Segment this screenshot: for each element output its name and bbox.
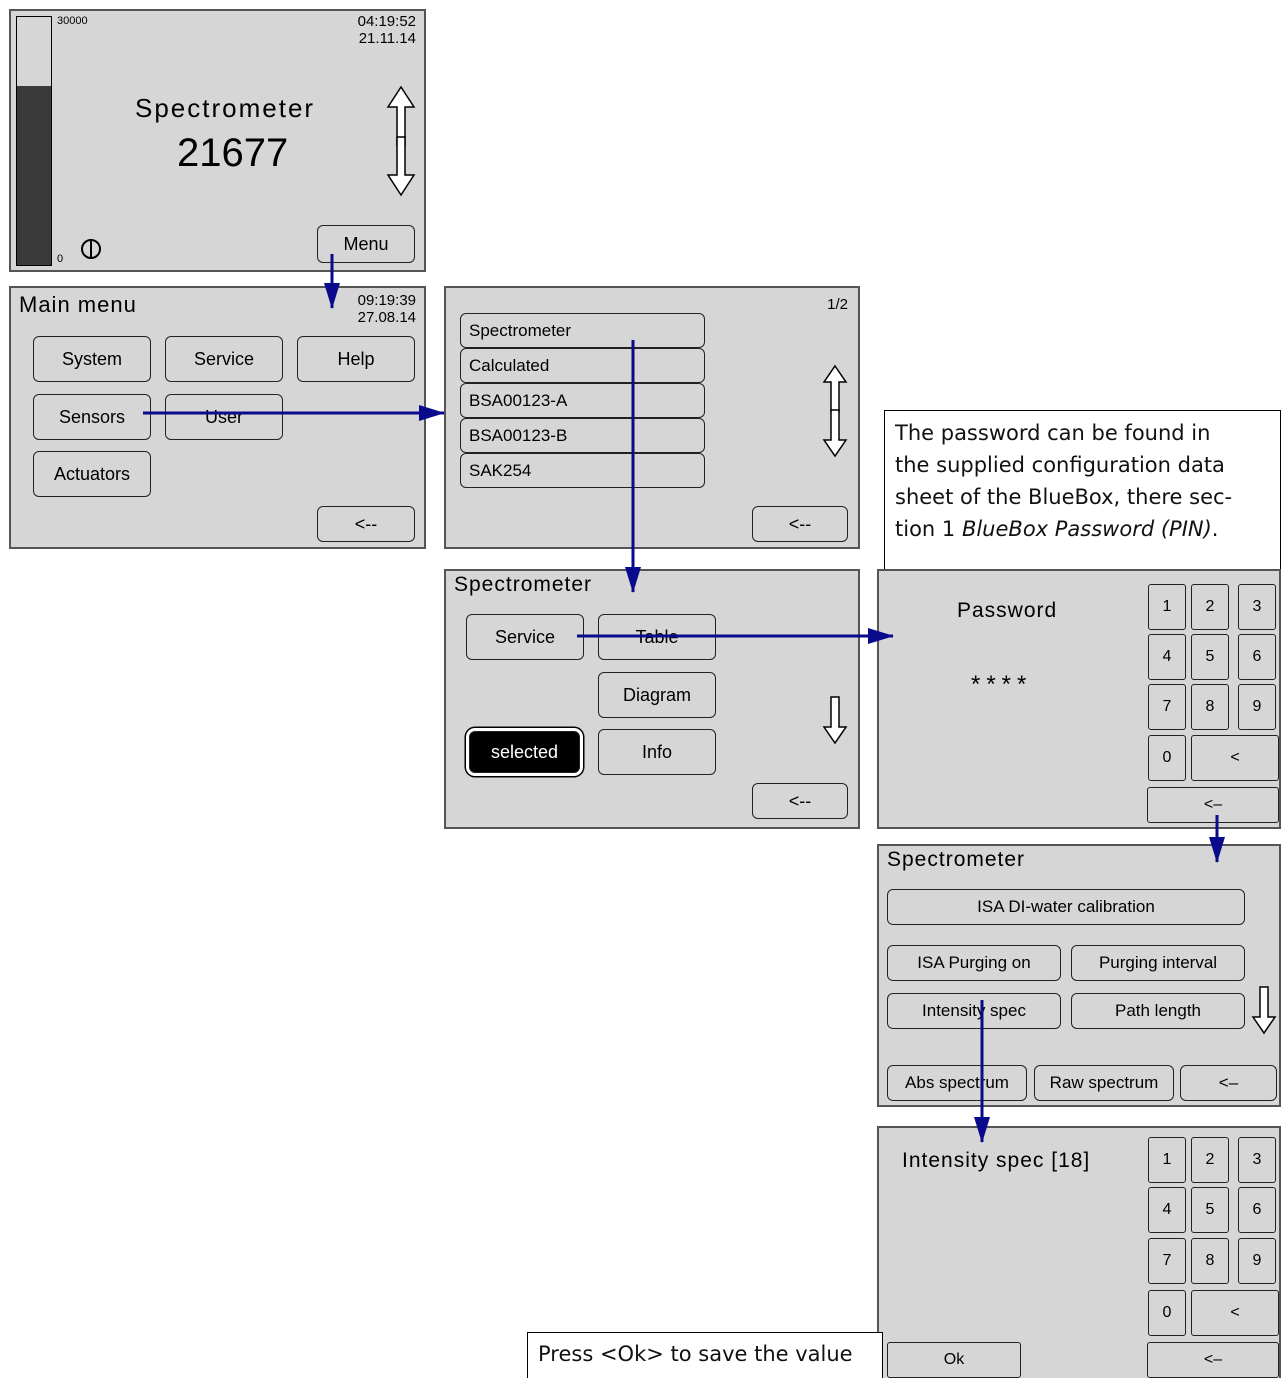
- service-menu-title: Spectrometer: [887, 848, 1026, 871]
- key-3[interactable]: 3: [1238, 584, 1276, 630]
- sensor-item-calculated[interactable]: Calculated: [460, 348, 705, 383]
- clock-date: 21.11.14: [358, 30, 416, 47]
- raw-spectrum-button[interactable]: Raw spectrum: [1034, 1065, 1174, 1101]
- key-0[interactable]: 0: [1148, 735, 1186, 781]
- main-menu-time: 09:19:39: [357, 292, 416, 309]
- main-menu-screen: Main menu 09:19:39 27.08.14 System Servi…: [9, 286, 426, 549]
- isa-purging-on-button[interactable]: ISA Purging on: [887, 945, 1061, 981]
- ok-note: Press <Ok> to save the value: [527, 1332, 883, 1378]
- key-8[interactable]: 8: [1191, 1238, 1229, 1284]
- home-screen: 30000 0 04:19:52 21.11.14 Spectrometer 2…: [9, 9, 426, 272]
- power-icon: [79, 237, 103, 266]
- back-button[interactable]: <--: [752, 506, 848, 542]
- key-4[interactable]: 4: [1148, 1187, 1186, 1233]
- level-bar-fill: [17, 86, 51, 265]
- scroll-down-icon[interactable]: [822, 695, 848, 750]
- sensors-button[interactable]: Sensors: [33, 394, 151, 440]
- key-3[interactable]: 3: [1238, 1137, 1276, 1183]
- back-button[interactable]: <–: [1147, 1342, 1279, 1378]
- password-label: Password: [957, 599, 1058, 622]
- sensor-list-screen: 1/2 Spectrometer Calculated BSA00123-A B…: [444, 286, 860, 549]
- key-9[interactable]: 9: [1238, 684, 1276, 730]
- key-7[interactable]: 7: [1148, 684, 1186, 730]
- password-screen: Password **** 1 2 3 4 5 6 7 8 9 0 < <–: [877, 569, 1281, 829]
- key-2[interactable]: 2: [1191, 1137, 1229, 1183]
- password-masked-value: ****: [971, 671, 1033, 698]
- system-button[interactable]: System: [33, 336, 151, 382]
- password-note-line: The password can be found in: [895, 421, 1211, 445]
- measurement-title: Spectrometer: [135, 93, 316, 123]
- isa-di-water-calibration-button[interactable]: ISA DI-water calibration: [887, 889, 1245, 925]
- key-0[interactable]: 0: [1148, 1290, 1186, 1336]
- key-9[interactable]: 9: [1238, 1238, 1276, 1284]
- bar-max-label: 30000: [57, 15, 88, 27]
- actuators-button[interactable]: Actuators: [33, 451, 151, 497]
- selected-button[interactable]: selected: [469, 731, 580, 773]
- spectrometer-title: Spectrometer: [454, 573, 593, 596]
- intensity-entry-screen: Intensity spec [18] 1 2 3 4 5 6 7 8 9 0 …: [877, 1126, 1281, 1378]
- service-button[interactable]: Service: [165, 336, 283, 382]
- info-button[interactable]: Info: [598, 729, 716, 775]
- key-8[interactable]: 8: [1191, 684, 1229, 730]
- menu-button[interactable]: Menu: [317, 225, 415, 263]
- help-button[interactable]: Help: [297, 336, 415, 382]
- key-5[interactable]: 5: [1191, 1187, 1229, 1233]
- bar-min-label: 0: [57, 253, 64, 265]
- level-bar: [16, 16, 52, 266]
- clock-time: 04:19:52: [357, 13, 416, 30]
- intensity-spec-label: Intensity spec [18]: [902, 1149, 1091, 1172]
- sensor-item-bsa00123-a[interactable]: BSA00123-A: [460, 383, 705, 418]
- back-button[interactable]: <–: [1180, 1065, 1277, 1101]
- page-indicator: 1/2: [827, 296, 848, 313]
- key-4[interactable]: 4: [1148, 634, 1186, 680]
- ok-button[interactable]: Ok: [887, 1342, 1021, 1378]
- service-button[interactable]: Service: [466, 614, 584, 660]
- password-note: The password can be found in the supplie…: [884, 410, 1281, 570]
- measurement-value: 21677: [177, 131, 289, 175]
- password-note-line: the supplied configuration data: [895, 453, 1225, 477]
- table-button[interactable]: Table: [598, 614, 716, 660]
- sensor-item-bsa00123-b[interactable]: BSA00123-B: [460, 418, 705, 453]
- purging-interval-button[interactable]: Purging interval: [1071, 945, 1245, 981]
- sensor-item-spectrometer[interactable]: Spectrometer: [460, 313, 705, 348]
- key-1[interactable]: 1: [1148, 584, 1186, 630]
- sensor-item-sak254[interactable]: SAK254: [460, 453, 705, 488]
- password-note-line: tion 1 BlueBox Password (PIN).: [895, 517, 1219, 541]
- key-5[interactable]: 5: [1191, 634, 1229, 680]
- key-backspace[interactable]: <: [1191, 735, 1279, 781]
- back-button[interactable]: <–: [1147, 787, 1279, 823]
- scroll-down-icon[interactable]: [386, 135, 416, 202]
- main-menu-title: Main menu: [19, 292, 137, 317]
- abs-spectrum-button[interactable]: Abs spectrum: [887, 1065, 1027, 1101]
- key-7[interactable]: 7: [1148, 1238, 1186, 1284]
- scroll-down-icon[interactable]: [1251, 985, 1277, 1040]
- back-button[interactable]: <--: [752, 783, 848, 819]
- service-menu-screen: Spectrometer ISA DI-water calibration IS…: [877, 844, 1281, 1107]
- key-6[interactable]: 6: [1238, 634, 1276, 680]
- scroll-down-icon[interactable]: [822, 408, 848, 463]
- intensity-spec-button[interactable]: Intensity spec: [887, 993, 1061, 1029]
- key-6[interactable]: 6: [1238, 1187, 1276, 1233]
- key-1[interactable]: 1: [1148, 1137, 1186, 1183]
- user-button[interactable]: User: [165, 394, 283, 440]
- main-menu-date: 27.08.14: [357, 309, 416, 326]
- password-note-line: sheet of the BlueBox, there sec-: [895, 485, 1233, 509]
- spectrometer-menu-screen: Spectrometer Service Table Diagram selec…: [444, 569, 860, 829]
- diagram-button[interactable]: Diagram: [598, 672, 716, 718]
- back-button[interactable]: <--: [317, 506, 415, 542]
- key-2[interactable]: 2: [1191, 584, 1229, 630]
- path-length-button[interactable]: Path length: [1071, 993, 1245, 1029]
- key-backspace[interactable]: <: [1191, 1290, 1279, 1336]
